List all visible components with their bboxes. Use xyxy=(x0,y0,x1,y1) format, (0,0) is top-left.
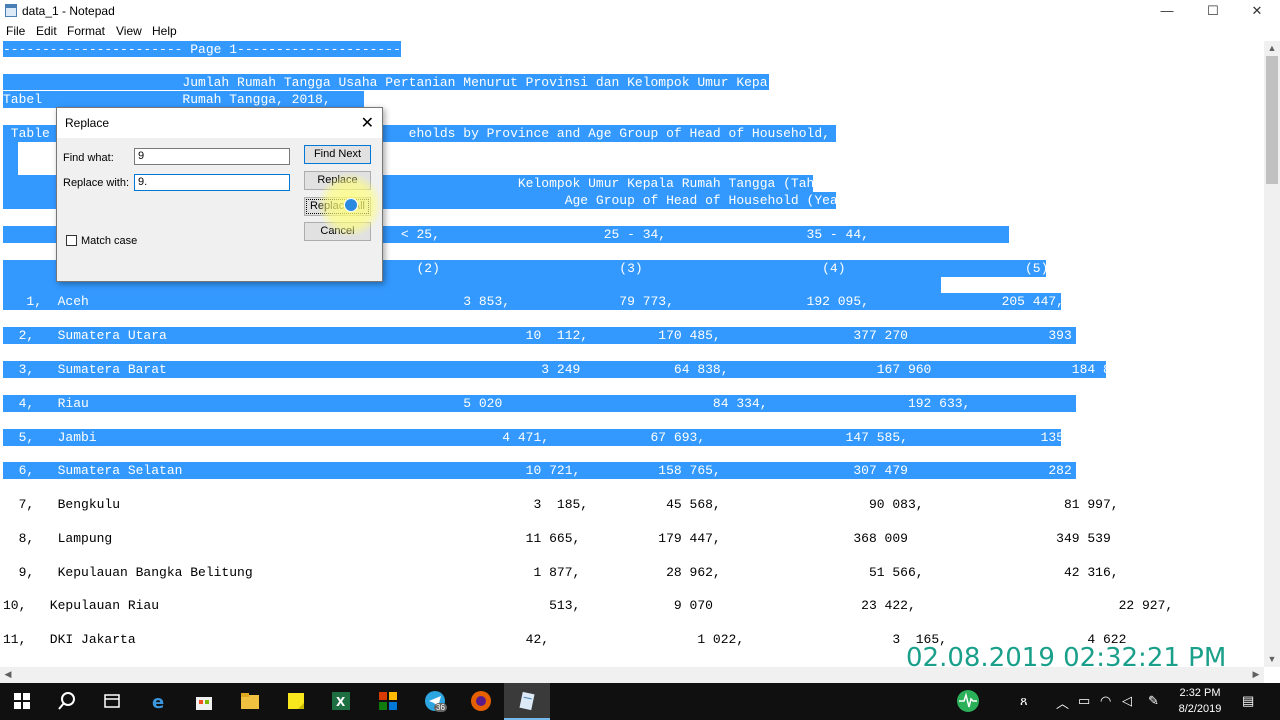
match-case-label: Match case xyxy=(81,235,138,247)
file-explorer-icon[interactable] xyxy=(238,689,262,713)
notifications-icon[interactable]: ▤ xyxy=(1242,693,1254,709)
text-line: 10, Kepulauan Riau 513, 9 070 23 422, 22… xyxy=(3,598,1174,613)
task-view-icon[interactable] xyxy=(100,689,124,713)
scrollbar-thumb[interactable] xyxy=(1266,56,1278,184)
recording-timestamp: 02.08.2019 02:32:21 PM xyxy=(906,643,1227,673)
find-next-button[interactable]: Find Next xyxy=(304,145,371,164)
match-case-checkbox[interactable] xyxy=(66,235,77,246)
taskbar-clock[interactable]: 2:32 PM 8/2/2019 xyxy=(1170,685,1230,717)
text-line: 2, Sumatera Utara 10 112, 170 485, 377 2… xyxy=(3,328,1111,343)
scroll-left-arrow-icon[interactable]: ◀ xyxy=(0,667,16,682)
close-button[interactable]: ✕ xyxy=(1234,0,1280,22)
dialog-close-icon[interactable]: ✕ xyxy=(361,113,374,133)
notepad-taskbar-button[interactable] xyxy=(504,683,550,720)
svg-text:X: X xyxy=(336,695,346,709)
scroll-down-arrow-icon[interactable]: ▼ xyxy=(1264,652,1280,667)
window-title: data_1 - Notepad xyxy=(22,4,115,18)
clock-time: 2:32 PM xyxy=(1179,687,1221,699)
replace-with-input[interactable]: 9. xyxy=(134,174,290,191)
menu-help[interactable]: Help xyxy=(152,24,177,38)
edge-icon[interactable]: e xyxy=(148,689,172,713)
selection-highlight xyxy=(3,142,18,175)
windows-start-icon[interactable] xyxy=(10,689,34,713)
show-hidden-icons-icon[interactable]: ︿ xyxy=(1056,693,1069,712)
text-line: 9, Kepulauan Bangka Belitung 1 877, 28 9… xyxy=(3,565,1119,580)
wifi-icon[interactable]: ◠ xyxy=(1100,693,1111,709)
text-line: 6, Sumatera Selatan 10 721, 158 765, 307… xyxy=(3,463,1111,478)
text-line: Tabel Rumah Tangga, 2018, xyxy=(3,92,331,107)
text-line: Jumlah Rumah Tangga Usaha Pertanian Menu… xyxy=(3,75,784,90)
taskbar: e X 36 ጸ ︿ ▭ ◠ ◁ ✎ 2:32 PM 8/2/2019 ▤ xyxy=(0,683,1280,720)
sticky-notes-icon[interactable] xyxy=(284,689,308,713)
text-line: 8, Lampung 11 665, 179 447, 368 009 349 … xyxy=(3,531,1111,546)
activity-monitor-icon[interactable] xyxy=(956,689,980,713)
svg-text:e: e xyxy=(152,692,164,713)
text-line: ----------------------- Page 1----------… xyxy=(3,42,417,57)
text-line: 7, Bengkulu 3 185, 45 568, 90 083, 81 99… xyxy=(3,497,1119,512)
clock-date: 8/2/2019 xyxy=(1178,703,1222,715)
menu-view[interactable]: View xyxy=(116,24,142,38)
menu-edit[interactable]: Edit xyxy=(36,24,57,38)
dialog-title: Replace xyxy=(65,116,110,130)
pen-icon[interactable]: ✎ xyxy=(1148,693,1159,709)
find-what-label: Find what: xyxy=(63,152,114,164)
vertical-scrollbar[interactable]: ▲ ▼ xyxy=(1264,41,1280,667)
maximize-button[interactable]: ☐ xyxy=(1190,0,1236,22)
text-line: 5, Jambi 4 471, 67 693, 147 585, 135 058… xyxy=(3,430,1103,445)
network-icon[interactable]: ▭ xyxy=(1078,693,1090,709)
text-line: 4, Riau 5 020 84 334, 192 633, 185 885, xyxy=(3,396,1166,411)
people-icon[interactable]: ጸ xyxy=(1020,693,1028,709)
window-titlebar: data_1 - Notepad — ☐ ✕ xyxy=(0,0,1280,22)
replace-with-label: Replace with: xyxy=(63,177,130,189)
menu-format[interactable]: Format xyxy=(67,24,105,38)
firefox-icon[interactable] xyxy=(469,689,493,713)
office-apps-icon[interactable] xyxy=(376,689,400,713)
notepad-icon xyxy=(519,691,535,711)
text-line: 3, Sumatera Barat 3 249 64 838, 167 960 … xyxy=(3,362,1127,377)
text-line: 1, Aceh 3 853, 79 773, 192 095, 205 447, xyxy=(3,294,1064,309)
find-what-input[interactable]: 9 xyxy=(134,148,290,165)
menu-file[interactable]: File xyxy=(6,24,25,38)
minimize-button[interactable]: — xyxy=(1144,0,1190,22)
mouse-cursor-icon xyxy=(344,198,358,212)
scroll-right-arrow-icon[interactable]: ▶ xyxy=(1248,667,1264,682)
volume-icon[interactable]: ◁ xyxy=(1122,693,1132,709)
scroll-up-arrow-icon[interactable]: ▲ xyxy=(1264,41,1280,56)
menu-bar: File Edit Format View Help xyxy=(0,22,1280,42)
notepad-icon xyxy=(5,4,17,17)
dialog-titlebar: Replace ✕ xyxy=(57,108,382,138)
excel-icon[interactable]: X xyxy=(329,689,353,713)
telegram-badge: 36 xyxy=(434,703,447,712)
store-icon[interactable] xyxy=(192,689,216,713)
search-icon[interactable] xyxy=(55,689,79,713)
